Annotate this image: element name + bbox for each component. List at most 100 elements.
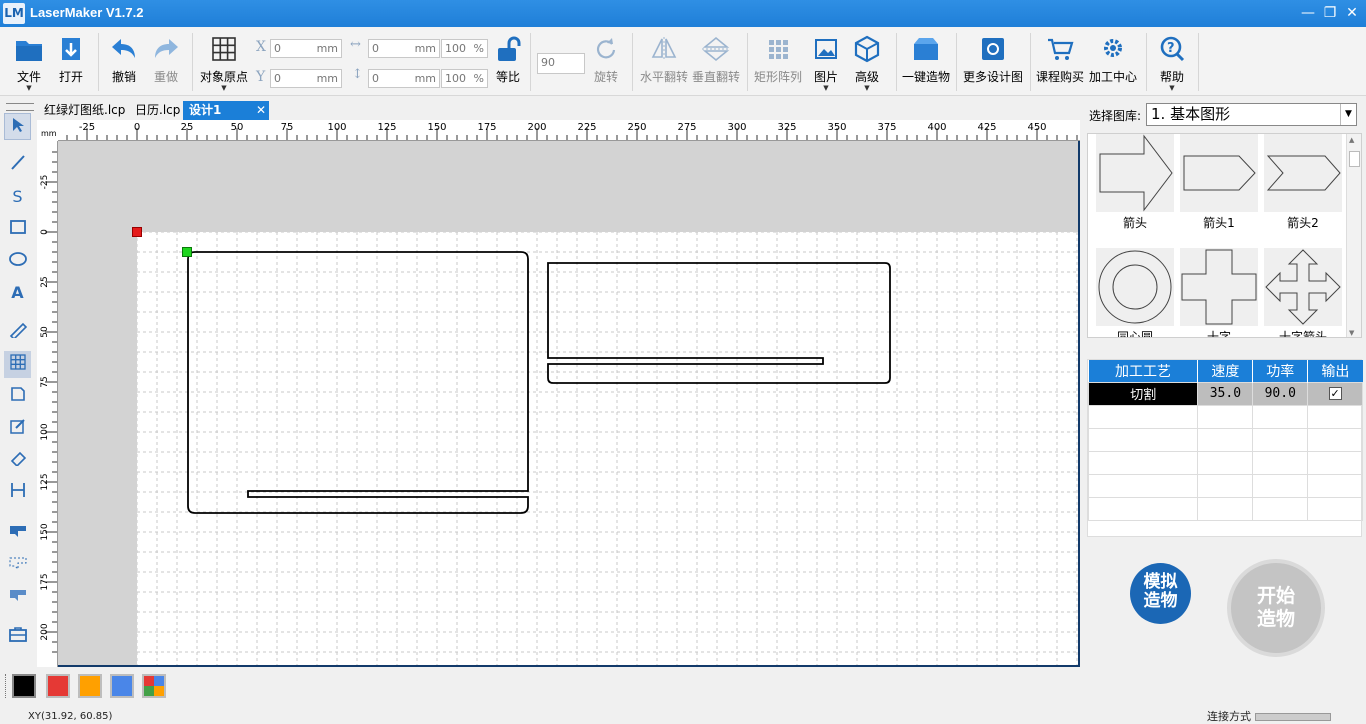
color-swatch-blue[interactable] — [110, 674, 134, 698]
ruler-tick-label: 0 — [134, 122, 140, 133]
align-tool[interactable] — [4, 479, 31, 506]
dotted-fill-tool[interactable] — [4, 551, 31, 578]
main-toolbar: 文件 ▼ 打开 撤销 重做 对象原点 ▼ X Y 0 mm 0 mm ↔ ↕ 0 mm… — [0, 27, 1366, 96]
fill-tool[interactable] — [4, 519, 31, 546]
process-mode[interactable]: 切割 — [1087, 381, 1199, 406]
edit-tool[interactable] — [4, 415, 31, 442]
shape-cross-arrow[interactable]: 十字箭头 — [1264, 248, 1342, 337]
y-position-field[interactable]: 0 mm — [270, 69, 342, 88]
curve-tool[interactable]: S — [4, 183, 31, 210]
color-swatch-multi[interactable] — [142, 674, 166, 698]
color-swatch-black[interactable] — [12, 674, 36, 698]
frame-tool[interactable] — [4, 383, 31, 410]
color-swatch-orange[interactable] — [78, 674, 102, 698]
shape-concentric[interactable]: 同心圆 — [1096, 248, 1174, 337]
line-icon — [10, 155, 25, 170]
one-click-make-button[interactable]: 一键造物 — [901, 27, 951, 96]
rectangle-tool[interactable] — [4, 215, 31, 242]
width-field[interactable]: 0 mm — [368, 39, 440, 58]
toolbox-tool[interactable] — [4, 623, 31, 650]
col-output: 输出 — [1307, 360, 1363, 382]
shape-arrow1[interactable]: 箭头1 — [1180, 134, 1258, 230]
small-panel-outline[interactable] — [547, 262, 891, 384]
ruler-tick-label: 450 — [1027, 122, 1046, 133]
file-button[interactable]: 文件 ▼ — [8, 27, 50, 96]
table-row[interactable]: 切割 35.0 90.0 ✓ — [1087, 381, 1363, 406]
undo-button[interactable]: 撤销 — [103, 27, 145, 96]
origin-marker — [132, 227, 142, 237]
image-button[interactable]: 图片 ▼ — [808, 27, 844, 96]
open-button[interactable]: 打开 — [50, 27, 92, 96]
rect-array-button[interactable]: 矩形阵列 — [751, 27, 805, 96]
help-button[interactable]: ? 帮助 ▼ — [1152, 27, 1192, 96]
toolbar-separator — [192, 33, 193, 91]
x-position-field[interactable]: 0 mm — [270, 39, 342, 58]
eraser-tool[interactable] — [4, 447, 31, 474]
proportional-lock-button[interactable]: 等比 — [491, 27, 525, 96]
line-tool[interactable] — [4, 151, 31, 178]
output-checkbox[interactable]: ✓ — [1307, 381, 1363, 406]
right-panel: 选择图库: 1. 基本图形 ▼ 箭头 箭头1 箭头2 同心圆 十字 十字箭头 ▲… — [1085, 100, 1366, 667]
rotate-button[interactable]: 旋转 — [588, 27, 624, 96]
tab-traffic-light[interactable]: 红绿灯图纸.lcp — [38, 101, 130, 120]
ruler-tick-label: -25 — [40, 175, 50, 190]
col-power: 功率 — [1252, 360, 1309, 382]
toolbar-separator — [1030, 33, 1031, 91]
height-percent-field[interactable]: 100% — [441, 69, 488, 88]
shape-cross[interactable]: 十字 — [1180, 248, 1258, 337]
vertical-flip-button[interactable]: 垂直翻转 — [690, 27, 742, 96]
cross-arrow-shape-icon — [1264, 248, 1342, 326]
power-value[interactable]: 90.0 — [1252, 381, 1309, 406]
width-percent-field[interactable]: 100% — [441, 39, 488, 58]
design-library-icon — [982, 38, 1004, 60]
height-field[interactable]: 0 mm — [368, 69, 440, 88]
maximize-button[interactable]: ❐ — [1319, 3, 1341, 23]
more-designs-button[interactable]: 更多设计图 — [961, 27, 1025, 96]
course-purchase-button[interactable]: 课程购买 — [1034, 27, 1086, 96]
down-fill-tool[interactable] — [4, 583, 31, 610]
simulate-button[interactable]: 模拟 造物 — [1130, 563, 1191, 624]
scroll-down-icon[interactable]: ▼ — [1349, 329, 1354, 337]
tab-calendar[interactable]: 日历.lcp — [129, 101, 184, 120]
horizontal-flip-button[interactable]: 水平翻转 — [638, 27, 690, 96]
dotted-fill-icon — [9, 557, 26, 571]
tab-close-icon[interactable]: ✕ — [256, 101, 266, 120]
ruler-tick-label: 300 — [727, 122, 746, 133]
left-tool-panel: S A — [0, 107, 35, 667]
close-button[interactable]: ✕ — [1341, 3, 1363, 23]
processing-center-button[interactable]: 加工中心 — [1087, 27, 1139, 96]
scroll-up-icon[interactable]: ▲ — [1349, 136, 1354, 144]
selection-handle[interactable] — [182, 247, 192, 257]
advanced-button[interactable]: 高级 ▼ — [849, 27, 885, 96]
ruler-tick-label: 200 — [40, 623, 50, 640]
arrow1-shape-icon — [1180, 134, 1258, 212]
tab-design1[interactable]: 设计1 ✕ — [183, 101, 269, 120]
select-tool[interactable] — [4, 113, 31, 140]
curve-icon: S — [12, 187, 23, 206]
grid-tool[interactable] — [4, 351, 31, 378]
rotate-angle-field[interactable]: 90 — [537, 53, 585, 74]
text-tool[interactable]: A — [4, 279, 31, 306]
app-logo: LM — [3, 3, 25, 24]
large-panel-outline[interactable] — [187, 251, 529, 514]
shape-arrow2[interactable]: 箭头2 — [1264, 134, 1342, 230]
panel-grip — [6, 103, 34, 111]
library-scrollbar[interactable]: ▲ ▼ — [1346, 134, 1361, 337]
connection-select[interactable] — [1254, 713, 1331, 721]
speed-value[interactable]: 35.0 — [1197, 381, 1254, 406]
col-speed: 速度 — [1197, 360, 1254, 382]
scroll-thumb[interactable] — [1349, 151, 1360, 167]
design-canvas[interactable] — [58, 141, 1080, 667]
redo-button[interactable]: 重做 — [145, 27, 187, 96]
ruler-tick-label: 100 — [40, 423, 50, 440]
measure-tool[interactable] — [4, 319, 31, 346]
object-origin-button[interactable]: 对象原点 ▼ — [196, 27, 252, 96]
color-swatch-red[interactable] — [46, 674, 70, 698]
arrow2-shape-icon — [1264, 134, 1342, 212]
ellipse-tool[interactable] — [4, 247, 31, 274]
shape-arrow[interactable]: 箭头 — [1096, 134, 1174, 230]
x-label: X — [256, 39, 266, 55]
start-button[interactable]: 开始 造物 — [1227, 559, 1325, 657]
library-select[interactable]: 1. 基本图形 ▼ — [1146, 103, 1357, 126]
minimize-button[interactable]: — — [1297, 3, 1319, 23]
